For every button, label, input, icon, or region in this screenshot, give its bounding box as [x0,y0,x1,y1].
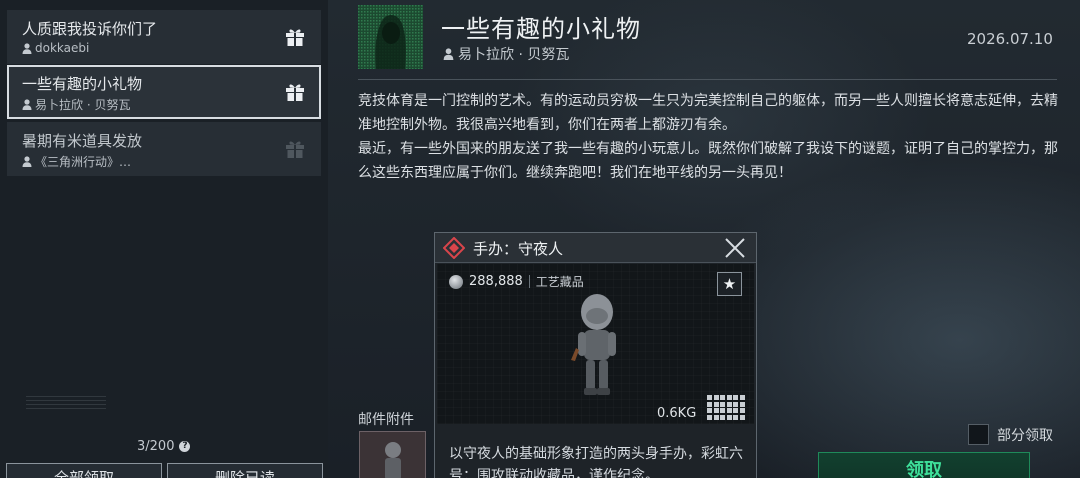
figure-image [571,294,616,395]
sender-avatar [358,5,423,69]
mail-list-panel: 人质跟我投诉你们了 dokkaebi 一些有趣的小礼物 易卜拉欣 · 贝努瓦 暑… [0,0,328,478]
mail-item-sender: 《三角洲行动》… [22,153,131,170]
mail-item-2[interactable]: 暑期有米道具发放 《三角洲行动》… [7,122,321,176]
star-icon: ★ [722,275,737,293]
user-icon [22,99,32,110]
mail-item-1[interactable]: 一些有趣的小礼物 易卜拉欣 · 贝努瓦 [7,65,321,119]
gift-claimed-icon [286,141,304,158]
sender-name: dokkaebi [35,41,90,55]
partial-claim-checkbox[interactable] [968,424,989,445]
attachment-slot[interactable] [359,431,426,478]
user-icon [443,48,454,60]
item-title: 手办：守夜人 [473,240,564,258]
divider [358,79,1057,80]
item-description: 以守夜人的基础形象打造的两头身手办，彩虹六号：围攻联动收藏品，谨作纪念。 [449,446,743,478]
mail-count-text: 3/200 [137,439,175,454]
mail-date: 2026.07.10 [967,30,1053,48]
figure-thumbnail-icon [385,442,401,478]
gift-icon [286,29,304,46]
user-icon [22,42,32,54]
delete-read-button[interactable]: 删除已读 [167,463,323,478]
mail-item-title: 人质跟我投诉你们了 [22,20,158,38]
claim-button[interactable]: 领取 [818,452,1030,478]
sender-name: 《三角洲行动》… [35,155,132,169]
mail-body-paragraph: 竞技体育是一门控制的艺术。有的运动员穷极一生只为完美控制自己的躯体，而另一些人则… [358,93,1058,133]
mail-item-title: 一些有趣的小礼物 [22,75,143,93]
coin-icon [449,274,463,289]
user-icon [22,156,32,167]
item-price: 288,888 工艺藏品 [449,273,584,290]
item-rarity-diamond-icon [443,237,465,259]
mail-item-0[interactable]: 人质跟我投诉你们了 dokkaebi [7,10,321,64]
mail-body: 竞技体育是一门控制的艺术。有的运动员穷极一生只为完美控制自己的躯体，而另一些人则… [358,89,1058,185]
mail-item-sender: dokkaebi [22,41,89,55]
mail-body-paragraph: 最近，有一些外国来的朋友送了我一些有趣的小玩意儿。既然你们破解了我设下的谜题，证… [358,141,1058,181]
mail-item-sender: 易卜拉欣 · 贝努瓦 [22,96,130,113]
partial-claim[interactable]: 部分领取 [968,424,1053,445]
item-weight: 0.6KG [657,406,697,421]
partial-claim-label: 部分领取 [997,427,1053,444]
item-image-area: 288,888 工艺藏品 ★ 0.6KG [437,264,754,424]
mail-item-title: 暑期有米道具发放 [22,132,143,150]
mail-sender-name: 易卜拉欣 · 贝努瓦 [458,47,570,63]
close-icon[interactable] [724,237,746,259]
decorative-text [26,396,106,410]
mail-title: 一些有趣的小礼物 [441,15,641,43]
inventory-size-icon [707,395,745,421]
attachments-label: 邮件附件 [358,412,414,428]
item-detail-card: 手办：守夜人 288,888 工艺藏品 ★ 0.6KG 以守夜人的基础形象打造的… [434,232,757,478]
claim-all-button[interactable]: 全部领取 [6,463,162,478]
item-price-value: 288,888 [469,274,523,289]
gift-icon [286,84,304,101]
help-icon[interactable]: ? [179,441,191,452]
separator [528,275,530,288]
sender-name: 易卜拉欣 · 贝努瓦 [35,98,131,112]
mail-count: 3/200 ? [137,439,191,454]
item-card-header: 手办：守夜人 [435,233,756,263]
favorite-button[interactable]: ★ [717,272,742,296]
mail-sender: 易卜拉欣 · 贝努瓦 [443,44,569,64]
